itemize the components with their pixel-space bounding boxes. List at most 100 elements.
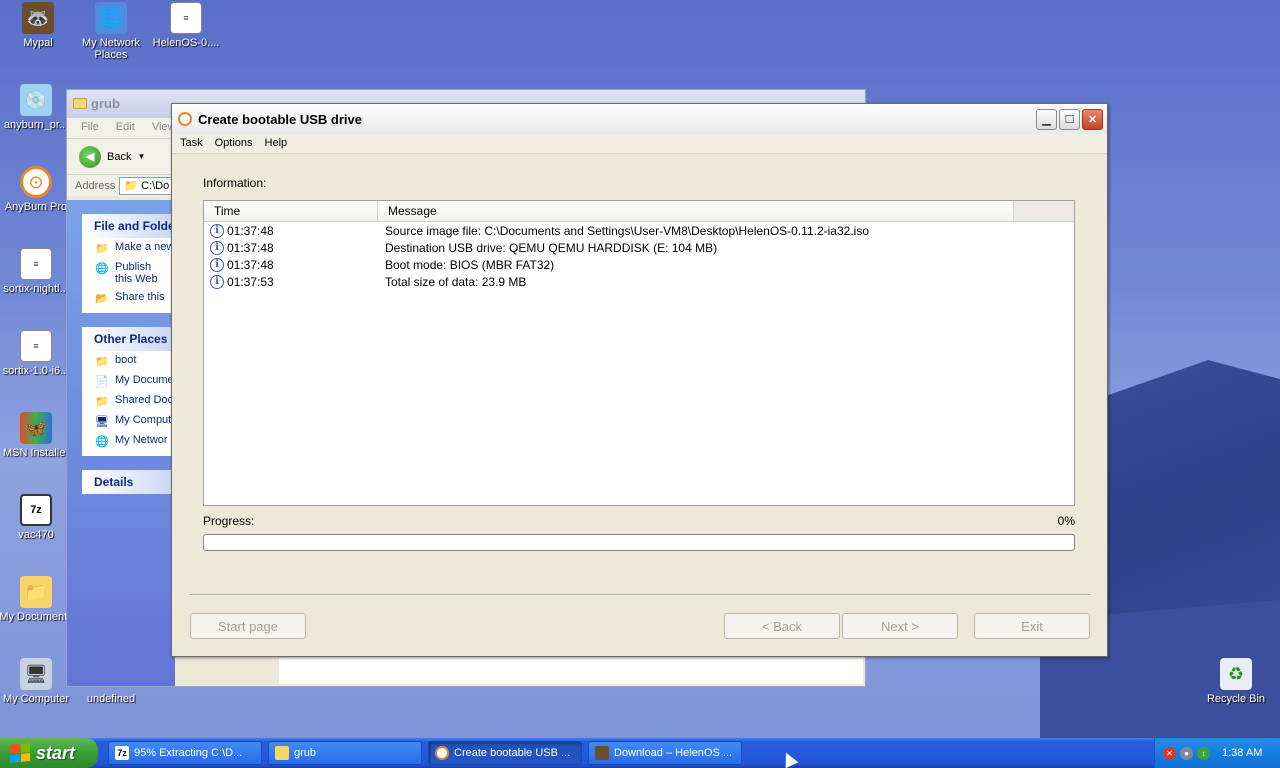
desktop-icon-label: undefined [86,693,136,705]
taskbar-item-label: grub [294,747,317,759]
log-message: Boot mode: BIOS (MBR FAT32) [385,257,555,272]
globe-icon: 🌐 [95,2,127,34]
archive-7z-icon: 7z [20,494,52,526]
menu-task[interactable]: Task [180,137,203,150]
task-item[interactable]: 📁 Make a new [82,238,182,258]
log-message: Destination USB drive: QEMU QEMU HARDDIS… [385,240,718,255]
address-label: Address [75,179,116,192]
start-button[interactable]: start [0,738,98,768]
other-places-panel: Other Places 📁 boot 📄 My Docume 📁 Shared Do… [82,327,182,456]
panel-header[interactable]: Other Places [82,327,182,351]
task-item-label: Share this [115,291,165,303]
progress-label: Progress: [203,514,255,528]
close-icon: ✕ [1087,114,1098,126]
taskbar-item-grub[interactable]: grub [268,741,422,765]
panel-header[interactable]: Details [82,470,182,494]
window-controls: ▁ ☐ ✕ [1036,109,1103,130]
close-button[interactable]: ✕ [1082,109,1103,130]
column-header-message[interactable]: Message [378,201,1014,221]
place-item[interactable]: 📁 Shared Doc [82,391,182,411]
taskbar-item-label: 95% Extracting C:\D... [134,747,243,759]
web-publish-icon: 🌐 [95,262,109,275]
desktop-icon-helenos-iso[interactable]: ≡ HelenOS-0.... [148,2,224,49]
log-row[interactable]: i 01:37:48 Boot mode: BIOS (MBR FAT32) [204,256,1074,273]
folder-icon [73,98,87,109]
anyburn-app-icon [435,746,449,760]
desktop-icon-my-documents[interactable]: 📁 My Documents [0,576,74,623]
document-icon: ≡ [20,330,52,362]
panel-header[interactable]: File and Folde [82,214,182,238]
info-icon: i [210,240,224,255]
folder-icon: 📁 [95,395,109,408]
network-icon[interactable]: ↕ [1197,746,1210,760]
place-item[interactable]: 📁 boot [82,351,182,371]
desktop-icon-label: anyburn_pr... [3,119,69,131]
menu-options[interactable]: Options [215,137,253,150]
explorer-file-area [279,658,863,684]
log-time: 01:37:48 [227,223,274,238]
desktop-icon-anyburn-pr[interactable]: 💿 anyburn_pr... [0,84,74,131]
column-header-time[interactable]: Time [204,201,378,221]
windows-flag-icon [10,742,30,764]
log-row[interactable]: i 01:37:53 Total size of data: 23.9 MB [204,273,1074,290]
exit-button[interactable]: Exit [974,613,1090,639]
desktop-icon-sortix-1[interactable]: ≡ sortix-1.0-i6... [0,330,74,377]
log-time: 01:37:48 [227,240,274,255]
column-header-filler [1014,201,1074,221]
task-item-label: Make a new [115,241,175,253]
desktop-icon-anyburn-pro[interactable]: ⊙ AnyBurn Pro [0,166,74,213]
computer-icon: 🖥 [95,415,109,428]
desktop-icon-mypal[interactable]: 🦝 Mypal [0,2,76,49]
system-tray: ✕ ● ↕ 1:38 AM [1154,738,1280,768]
desktop-icon-my-computer[interactable]: 🖥 My Computer [0,658,74,705]
desktop-icon-label: vac470 [18,529,54,541]
folder-icon [275,746,289,760]
security-alert-icon[interactable]: ✕ [1163,746,1176,760]
folder-icon: 📁 [20,576,52,608]
taskbar-item-create-usb[interactable]: Create bootable USB ... [428,741,582,765]
desktop-icon-label: AnyBurn Pro [4,201,68,213]
task-item[interactable]: 🌐 Publish this Web [82,258,182,288]
maximize-button[interactable]: ☐ [1059,109,1080,130]
desktop-icon-label: My Documents [0,611,73,623]
log-row[interactable]: i 01:37:48 Source image file: C:\Document… [204,222,1074,239]
progress-bar [203,534,1075,551]
dialog-menubar: Task Options Help [172,134,1107,154]
place-item[interactable]: 🖥 My Comput [82,411,182,431]
desktop-icon-recycle-bin[interactable]: ♻ Recycle Bin [1198,658,1274,705]
info-icon: i [210,223,224,238]
back-button[interactable]: < Back [724,613,840,639]
back-arrow-icon[interactable]: ◀ [79,145,101,168]
place-item[interactable]: 📄 My Docume [82,371,182,391]
log-row[interactable]: i 01:37:48 Destination USB drive: QEMU QE… [204,239,1074,256]
task-item-label: Publish this Web [115,261,158,285]
taskbar-item-mypal[interactable]: Download – HelenOS ... [588,741,742,765]
desktop-icon-vac470[interactable]: 7z vac470 [0,494,74,541]
next-button[interactable]: Next > [842,613,958,639]
task-item[interactable]: 📂 Share this [82,288,182,313]
desktop-icon-network-places[interactable]: 🌐 My Network Places [73,2,149,61]
disc-icon: 💿 [20,84,52,116]
log-list[interactable]: Time Message i 01:37:48 Source image file… [203,200,1075,506]
minimize-button[interactable]: ▁ [1036,109,1057,130]
menu-edit[interactable]: Edit [116,121,135,133]
recycle-bin-icon: ♻ [1220,658,1252,690]
taskbar-item-label: Download – HelenOS ... [614,747,733,759]
raccoon-icon: 🦝 [22,2,54,34]
dialog-titlebar[interactable]: Create bootable USB drive ▁ ☐ ✕ [172,104,1107,134]
desktop-icon-sortix-nightly[interactable]: ≡ sortix-nightl... [0,248,74,295]
place-item-label: Shared Doc [115,394,174,406]
menu-help[interactable]: Help [265,137,288,150]
dialog-title: Create bootable USB drive [198,111,362,127]
desktop-icon-label: My Computer [2,693,70,705]
raccoon-icon [595,746,609,760]
menu-file[interactable]: File [81,121,99,133]
place-item[interactable]: 🌐 My Networ [82,431,182,456]
shield-icon[interactable]: ● [1180,746,1193,760]
chevron-down-icon[interactable]: ▼ [137,152,145,161]
desktop-icon-label: HelenOS-0.... [152,37,220,49]
start-page-button[interactable]: Start page [190,613,306,639]
back-button[interactable]: Back [107,151,131,163]
taskbar-item-7zip[interactable]: 7z 95% Extracting C:\D... [108,741,262,765]
desktop-icon-msn-installer[interactable]: 🦋 MSN Installer [0,412,74,459]
